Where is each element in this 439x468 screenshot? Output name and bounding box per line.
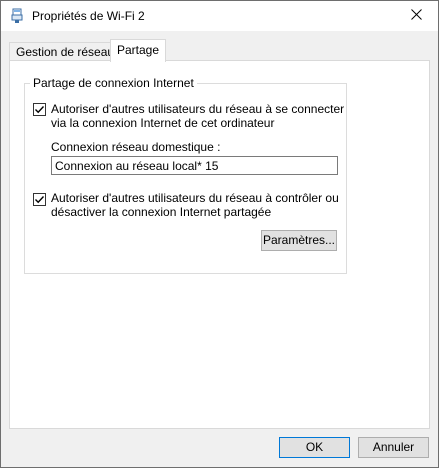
properties-dialog: Propriétés de Wi-Fi 2 Gestion de réseau … xyxy=(0,0,439,468)
tab-partage[interactable]: Partage xyxy=(110,39,167,62)
allow-control-checkbox[interactable] xyxy=(33,193,46,206)
close-button[interactable] xyxy=(394,1,438,31)
allow-connect-label: Autoriser d'autres utilisateurs du résea… xyxy=(51,102,345,130)
group-title: Partage de connexion Internet xyxy=(30,76,197,90)
allow-connect-checkbox[interactable] xyxy=(33,103,46,116)
home-network-label: Connexion réseau domestique : xyxy=(51,140,221,154)
cancel-button[interactable]: Annuler xyxy=(358,437,429,458)
title-bar: Propriétés de Wi-Fi 2 xyxy=(1,1,438,31)
home-network-field[interactable]: Connexion au réseau local* 15 xyxy=(51,156,338,175)
network-adapter-icon xyxy=(10,8,24,24)
settings-button[interactable]: Paramètres... xyxy=(261,230,337,251)
checkmark-icon xyxy=(35,106,45,114)
tab-gestion-reseau[interactable]: Gestion de réseau xyxy=(9,42,122,61)
allow-control-label: Autoriser d'autres utilisateurs du résea… xyxy=(51,191,339,219)
internet-sharing-group: Partage de connexion Internet Autoriser … xyxy=(24,76,347,274)
ok-button[interactable]: OK xyxy=(279,437,350,458)
sharing-tab-panel: Partage de connexion Internet Autoriser … xyxy=(9,60,430,429)
close-icon xyxy=(410,9,422,23)
checkmark-icon xyxy=(35,196,45,204)
window-title: Propriétés de Wi-Fi 2 xyxy=(32,9,145,23)
